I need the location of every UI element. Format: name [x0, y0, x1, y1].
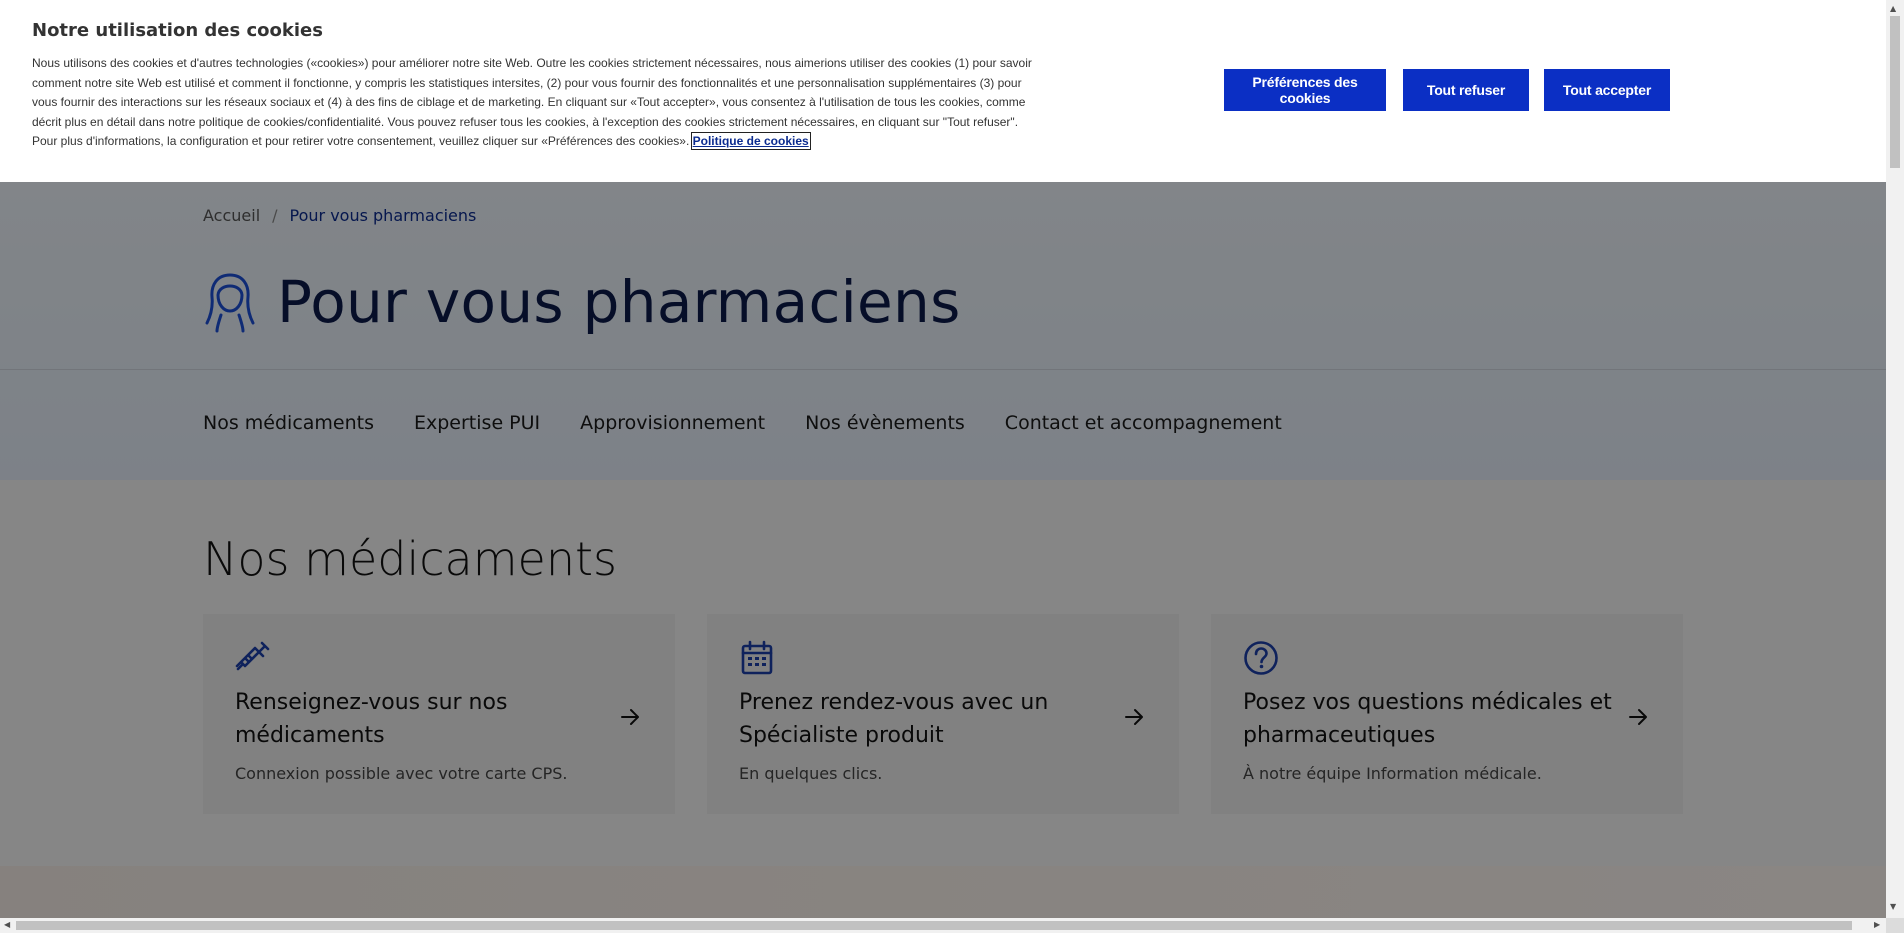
cookie-policy-link[interactable]: Politique de cookies	[690, 132, 811, 151]
refuse-all-button[interactable]: Tout refuser	[1403, 69, 1529, 111]
scrollbar-corner	[1886, 918, 1904, 933]
vertical-scrollbar[interactable]: ▲ ▼	[1886, 0, 1904, 918]
cookie-description: Nous utilisons des cookies et d'autres t…	[32, 56, 1032, 149]
scroll-left-arrow-icon[interactable]: ◀	[4, 920, 10, 929]
cookie-banner-text: Nous utilisons des cookies et d'autres t…	[32, 54, 1032, 152]
cookie-banner: Notre utilisation des cookies Nous utili…	[0, 0, 1886, 182]
horizontal-scrollbar-thumb[interactable]	[16, 921, 1852, 930]
cookie-banner-title: Notre utilisation des cookies	[32, 20, 323, 41]
scroll-right-arrow-icon[interactable]: ▶	[1874, 920, 1880, 929]
scroll-down-arrow-icon[interactable]: ▼	[1890, 902, 1896, 911]
horizontal-scrollbar[interactable]: ◀ ▶	[0, 918, 1886, 933]
cookie-preferences-button[interactable]: Préférences des cookies	[1224, 69, 1386, 111]
vertical-scrollbar-thumb[interactable]	[1890, 16, 1900, 168]
scroll-up-arrow-icon[interactable]: ▲	[1890, 4, 1896, 13]
accept-all-button[interactable]: Tout accepter	[1544, 69, 1670, 111]
